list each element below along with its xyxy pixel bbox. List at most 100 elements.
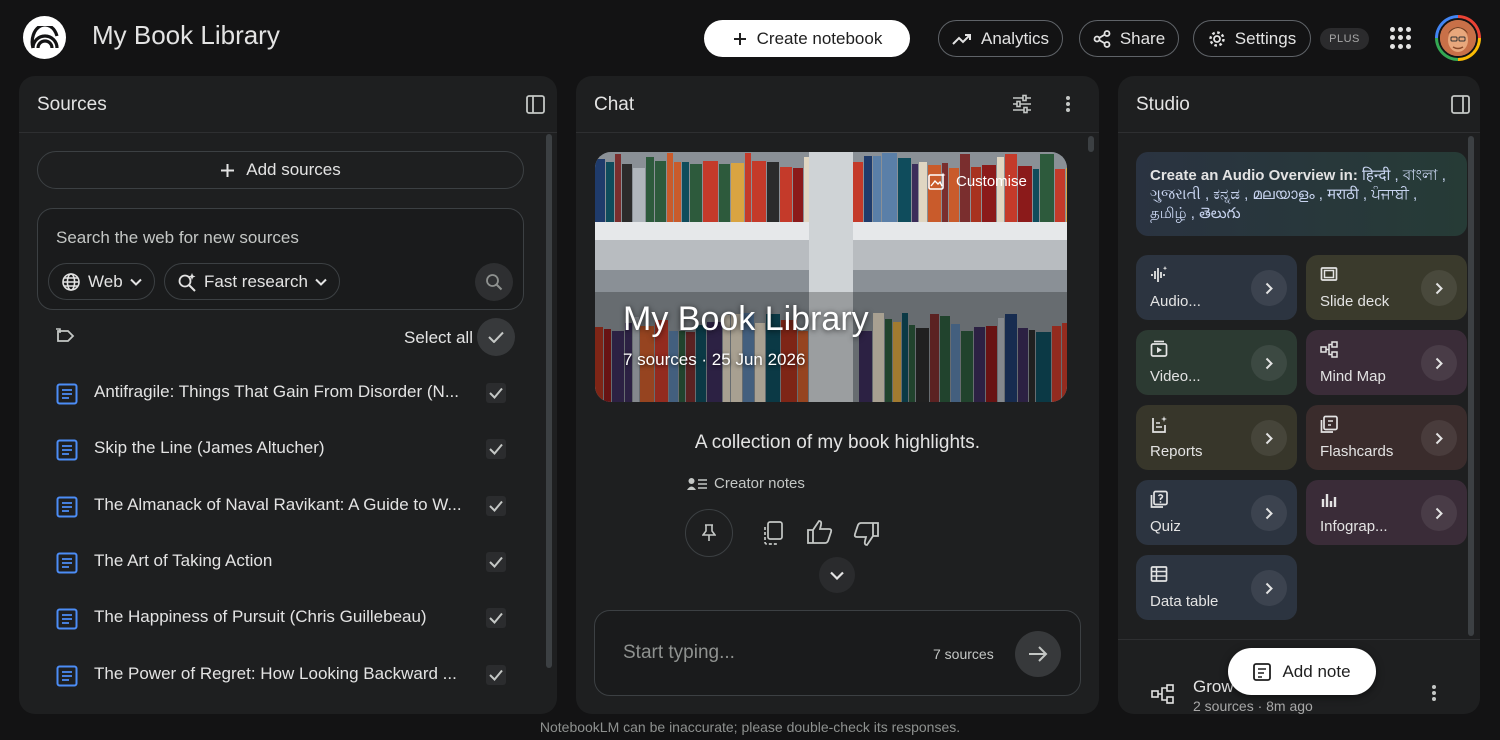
book-spine: [595, 159, 605, 224]
studio-tile-flashcards[interactable]: Flashcards: [1306, 405, 1467, 470]
check-icon: [486, 495, 506, 516]
search-input[interactable]: Search the web for new sources: [56, 228, 299, 248]
more-vert-icon[interactable]: [1065, 95, 1071, 113]
select-all-label[interactable]: Select all: [404, 328, 473, 348]
source-checkbox[interactable]: [485, 607, 507, 629]
source-item[interactable]: Skip the Line (James Altucher): [19, 421, 539, 477]
creator-notes-label: Creator notes: [714, 475, 805, 492]
web-source-dropdown[interactable]: Web: [48, 263, 155, 300]
source-checkbox[interactable]: [485, 551, 507, 573]
sources-title: Sources: [37, 94, 107, 115]
studio-tile-label: Video...: [1150, 368, 1201, 385]
label-outline-icon[interactable]: [55, 327, 75, 345]
studio-tile-video[interactable]: Video...: [1136, 330, 1297, 395]
more-vert-icon[interactable]: [1431, 684, 1437, 702]
chat-scrollbar[interactable]: [1088, 136, 1094, 152]
collapse-panel-icon[interactable]: [1451, 95, 1470, 114]
notebooklm-logo-icon[interactable]: [23, 16, 66, 59]
chevron-right-icon[interactable]: [1421, 495, 1457, 531]
notebook-title[interactable]: My Book Library: [92, 20, 280, 51]
source-item[interactable]: Antifragile: Things That Gain From Disor…: [19, 365, 539, 421]
collapse-panel-icon[interactable]: [526, 95, 545, 114]
source-item[interactable]: The Art of Taking Action: [19, 534, 539, 590]
add-note-label: Add note: [1282, 661, 1351, 681]
book-spine: [615, 154, 621, 224]
add-sources-button[interactable]: Add sources: [37, 151, 524, 189]
thumbs-down-icon[interactable]: [853, 522, 879, 546]
thumbs-up-icon[interactable]: [807, 520, 833, 544]
source-checkbox[interactable]: [485, 382, 507, 404]
pin-icon: [702, 524, 716, 541]
note-meta: 2 sources · 8m ago: [1193, 698, 1313, 714]
chevron-right-icon[interactable]: [1251, 420, 1287, 456]
source-item[interactable]: The Happiness of Pursuit (Chris Guillebe…: [19, 590, 539, 646]
share-button[interactable]: Share: [1079, 20, 1179, 57]
source-title: The Power of Regret: How Looking Backwar…: [94, 663, 457, 683]
research-mode-dropdown[interactable]: Fast research: [164, 263, 340, 300]
book-spine: [703, 161, 718, 224]
chevron-right-icon[interactable]: [1421, 345, 1457, 381]
creator-notes-link[interactable]: Creator notes: [687, 475, 805, 492]
quiz-icon: [1150, 490, 1168, 508]
book-spine: [667, 153, 673, 224]
note-title[interactable]: Grow: [1193, 677, 1234, 697]
arrow-right-icon: [1029, 646, 1048, 662]
create-notebook-button[interactable]: Create notebook: [704, 20, 910, 57]
web-search-box: Search the web for new sources Web Fast …: [37, 208, 524, 310]
audio-waveform-icon: [1150, 265, 1168, 283]
source-checkbox[interactable]: [485, 664, 507, 686]
add-note-button[interactable]: Add note: [1228, 648, 1376, 695]
source-checkbox[interactable]: [485, 495, 507, 517]
send-button[interactable]: [1015, 631, 1061, 677]
book-spine: [752, 161, 766, 224]
studio-scrollbar[interactable]: [1468, 136, 1474, 636]
chevron-right-icon[interactable]: [1251, 345, 1287, 381]
studio-tile-infographic[interactable]: Infograp...: [1306, 480, 1467, 545]
chevron-right-icon[interactable]: [1251, 495, 1287, 531]
apps-grid-icon[interactable]: [1390, 27, 1412, 49]
book-spine: [633, 168, 645, 224]
chevron-right-icon[interactable]: [1251, 570, 1287, 606]
chevron-right-icon[interactable]: [1251, 270, 1287, 306]
studio-tile-data-table[interactable]: Data table: [1136, 555, 1297, 620]
source-count: 7 sources: [933, 646, 994, 662]
source-item[interactable]: The Power of Regret: How Looking Backwar…: [19, 647, 539, 703]
chat-input[interactable]: Start typing...: [623, 642, 735, 664]
select-all-checkbox[interactable]: [477, 318, 515, 356]
source-item[interactable]: The Almanack of Naval Ravikant: A Guide …: [19, 478, 539, 534]
document-icon: [56, 439, 78, 461]
studio-tile-mind-map[interactable]: Mind Map: [1306, 330, 1467, 395]
book-spine: [622, 164, 632, 224]
settings-button[interactable]: Settings: [1193, 20, 1311, 57]
studio-tile-label: Mind Map: [1320, 368, 1386, 385]
pin-button[interactable]: [685, 509, 733, 557]
audio-overview-languages-banner[interactable]: Create an Audio Overview in: हिन्दी , বা…: [1136, 152, 1467, 236]
book-spine: [882, 153, 897, 224]
note-add-icon: [1253, 662, 1272, 681]
customise-button[interactable]: Customise: [928, 172, 1027, 190]
avatar[interactable]: [1435, 15, 1481, 61]
tune-icon[interactable]: [1012, 94, 1032, 114]
scroll-down-button[interactable]: [819, 557, 855, 593]
studio-tile-slides[interactable]: Slide deck: [1306, 255, 1467, 320]
analytics-button[interactable]: Analytics: [938, 20, 1063, 57]
studio-tile-label: Data table: [1150, 593, 1219, 610]
source-checkbox[interactable]: [485, 438, 507, 460]
book-spine: [682, 162, 689, 224]
chevron-right-icon[interactable]: [1421, 420, 1457, 456]
sources-scrollbar[interactable]: [546, 134, 552, 668]
chat-input-box[interactable]: Start typing... 7 sources: [594, 610, 1081, 696]
studio-tile-audio-waveform[interactable]: Audio...: [1136, 255, 1297, 320]
book-spine: [1040, 154, 1054, 224]
search-icon: [486, 274, 503, 291]
search-submit-button[interactable]: [475, 263, 513, 301]
studio-tile-label: Flashcards: [1320, 443, 1394, 460]
studio-tile-quiz[interactable]: Quiz: [1136, 480, 1297, 545]
book-spine: [780, 167, 792, 224]
plus-icon: [221, 163, 235, 177]
studio-title: Studio: [1136, 94, 1190, 115]
studio-tile-reports[interactable]: Reports: [1136, 405, 1297, 470]
chevron-right-icon[interactable]: [1421, 270, 1457, 306]
copy-icon[interactable]: [762, 521, 784, 545]
check-icon: [486, 608, 506, 629]
